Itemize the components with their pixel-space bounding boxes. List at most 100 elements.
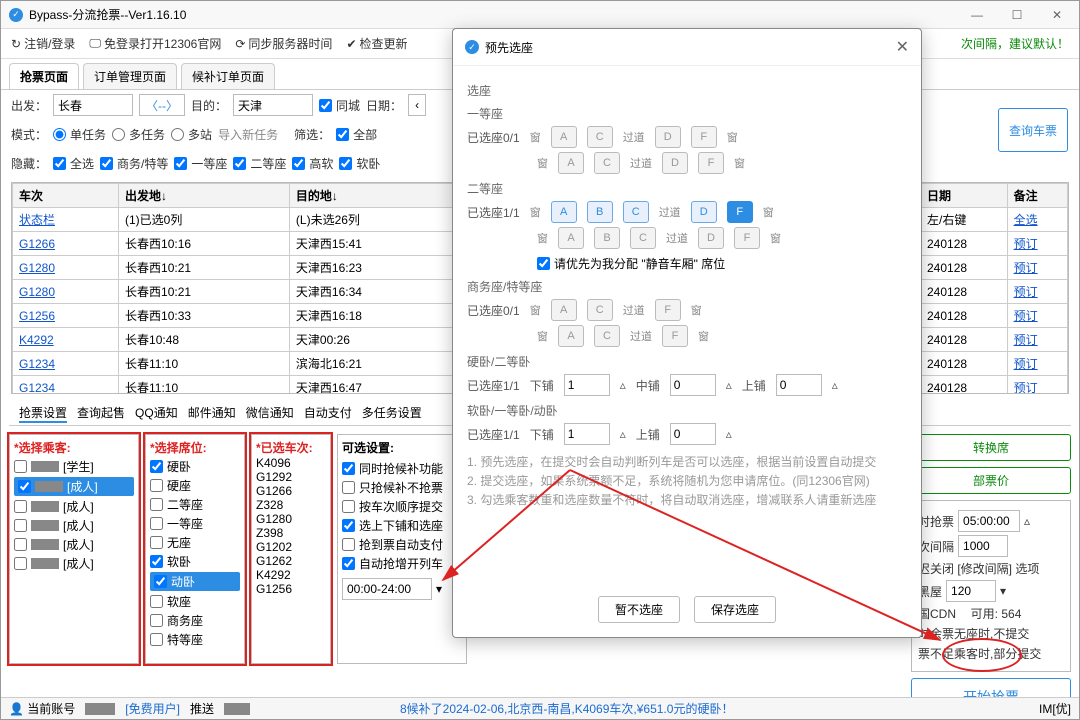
train-item[interactable]: G1256 bbox=[256, 582, 326, 596]
modal-close-icon[interactable]: ✕ bbox=[896, 37, 909, 57]
stab-qq[interactable]: QQ通知 bbox=[135, 404, 178, 423]
train-item[interactable]: Z328 bbox=[256, 498, 326, 512]
passenger-item[interactable]: [成人] bbox=[14, 555, 134, 572]
stab-mail[interactable]: 邮件通知 bbox=[188, 404, 236, 423]
all-price-link[interactable]: 部票价 bbox=[911, 467, 1071, 494]
seat-item[interactable]: 硬座 bbox=[150, 477, 240, 494]
train-item[interactable]: G1280 bbox=[256, 512, 326, 526]
table-row[interactable]: 240128预订 bbox=[921, 352, 1068, 376]
stab-multitask[interactable]: 多任务设置 bbox=[362, 404, 422, 423]
stab-autopay[interactable]: 自动支付 bbox=[304, 404, 352, 423]
hard-lower-input[interactable] bbox=[564, 374, 610, 396]
swap-seat-link[interactable]: 转换席 bbox=[911, 434, 1071, 461]
seat-item[interactable]: 动卧 bbox=[150, 572, 240, 591]
option-item[interactable]: 选上下铺和选座 bbox=[342, 517, 462, 534]
open-12306-link[interactable]: 🖵 免登录打开12306官网 bbox=[89, 35, 221, 52]
skip-seat-button[interactable]: 暂不选座 bbox=[598, 596, 680, 623]
dest-input[interactable] bbox=[233, 94, 313, 116]
hard-mid-input[interactable] bbox=[670, 374, 716, 396]
import-task-link[interactable]: 导入新任务 bbox=[218, 126, 278, 143]
save-seat-button[interactable]: 保存选座 bbox=[694, 596, 776, 623]
table-row[interactable]: 240128预订 bbox=[921, 376, 1068, 395]
passenger-item[interactable]: [成人] bbox=[14, 536, 134, 553]
hard-upper-input[interactable] bbox=[776, 374, 822, 396]
tab-waitlist[interactable]: 候补订单页面 bbox=[181, 63, 275, 89]
depart-input[interactable] bbox=[53, 94, 133, 116]
train-table-right[interactable]: 日期备注左/右键全选240128预订240128预订240128预订240128… bbox=[919, 182, 1069, 394]
seat-1c[interactable]: C bbox=[587, 126, 613, 148]
passenger-item[interactable]: [成人] bbox=[14, 517, 134, 534]
table-row[interactable]: 240128预订 bbox=[921, 256, 1068, 280]
seat-item[interactable]: 一等座 bbox=[150, 515, 240, 532]
seat-2f[interactable]: F bbox=[727, 201, 753, 223]
option-item[interactable]: 只抢候补不抢票 bbox=[342, 479, 462, 496]
date-prev[interactable]: ‹ bbox=[408, 94, 426, 116]
timed-input[interactable] bbox=[958, 510, 1020, 532]
train-item[interactable]: K4292 bbox=[256, 568, 326, 582]
seat-2a[interactable]: A bbox=[551, 201, 577, 223]
hide-all[interactable]: 全选 bbox=[53, 155, 94, 172]
sync-time-link[interactable]: ⟳ 同步服务器时间 bbox=[235, 35, 332, 52]
time-dropdown-icon[interactable]: ▾ bbox=[436, 582, 442, 596]
train-item[interactable]: K4096 bbox=[256, 456, 326, 470]
time-stepper-icon[interactable]: ▵ bbox=[1024, 514, 1030, 528]
maximize-button[interactable]: ☐ bbox=[1003, 8, 1031, 22]
seat-1f[interactable]: F bbox=[691, 126, 717, 148]
seat-item[interactable]: 硬卧 bbox=[150, 458, 240, 475]
logout-link[interactable]: ↻ 注销/登录 bbox=[11, 35, 75, 52]
option-item[interactable]: 按车次顺序提交 bbox=[342, 498, 462, 515]
seat-item[interactable]: 特等座 bbox=[150, 631, 240, 648]
train-item[interactable]: G1266 bbox=[256, 484, 326, 498]
seat-item[interactable]: 二等座 bbox=[150, 496, 240, 513]
table-row[interactable]: 240128预订 bbox=[921, 232, 1068, 256]
hide-second[interactable]: 二等座 bbox=[233, 155, 286, 172]
mode-single[interactable]: 单任务 bbox=[53, 126, 106, 143]
time-range-input[interactable] bbox=[342, 578, 432, 600]
stab-grab[interactable]: 抢票设置 bbox=[19, 404, 67, 423]
query-button[interactable]: 查询车票 bbox=[998, 108, 1068, 152]
hide-softadv[interactable]: 高软 bbox=[292, 155, 333, 172]
seat-2c[interactable]: C bbox=[623, 201, 649, 223]
stab-wechat[interactable]: 微信通知 bbox=[246, 404, 294, 423]
filter-all[interactable]: 全部 bbox=[336, 126, 377, 143]
seat-item[interactable]: 软座 bbox=[150, 593, 240, 610]
train-item[interactable]: G1292 bbox=[256, 470, 326, 484]
tab-grab[interactable]: 抢票页面 bbox=[9, 63, 79, 89]
close-button[interactable]: ✕ bbox=[1043, 8, 1071, 22]
interval-input[interactable] bbox=[958, 535, 1008, 557]
passenger-item[interactable]: [学生] bbox=[14, 458, 134, 475]
seat-1d[interactable]: D bbox=[655, 126, 681, 148]
hide-softsleep[interactable]: 软卧 bbox=[339, 155, 380, 172]
seat-1a[interactable]: A bbox=[551, 126, 577, 148]
mode-multistation[interactable]: 多站 bbox=[171, 126, 212, 143]
seat-2b[interactable]: B bbox=[587, 201, 613, 223]
hide-business[interactable]: 商务/特等 bbox=[100, 155, 168, 172]
passenger-item[interactable]: [成人] bbox=[14, 477, 134, 496]
blackroom-input[interactable] bbox=[946, 580, 996, 602]
train-item[interactable]: G1202 bbox=[256, 540, 326, 554]
start-grab-button[interactable]: 开始抢票 bbox=[911, 678, 1071, 697]
mode-multi[interactable]: 多任务 bbox=[112, 126, 165, 143]
train-item[interactable]: Z398 bbox=[256, 526, 326, 540]
quiet-carriage-check[interactable]: 请优先为我分配 "静音车厢" 席位 bbox=[537, 255, 907, 272]
check-update-link[interactable]: ✔ 检查更新 bbox=[346, 35, 407, 52]
soft-upper-input[interactable] bbox=[670, 423, 716, 445]
minimize-button[interactable]: — bbox=[963, 8, 991, 22]
passenger-item[interactable]: [成人] bbox=[14, 498, 134, 515]
seat-item[interactable]: 无座 bbox=[150, 534, 240, 551]
soft-lower-input[interactable] bbox=[564, 423, 610, 445]
train-item[interactable]: G1262 bbox=[256, 554, 326, 568]
same-city-check[interactable]: 同城 bbox=[319, 97, 360, 114]
table-row[interactable]: 240128预订 bbox=[921, 280, 1068, 304]
tab-orders[interactable]: 订单管理页面 bbox=[83, 63, 177, 89]
table-row[interactable]: 240128预订 bbox=[921, 328, 1068, 352]
seat-item[interactable]: 软卧 bbox=[150, 553, 240, 570]
hide-first[interactable]: 一等座 bbox=[174, 155, 227, 172]
seat-item[interactable]: 商务座 bbox=[150, 612, 240, 629]
option-item[interactable]: 抢到票自动支付 bbox=[342, 536, 462, 553]
stab-presale[interactable]: 查询起售 bbox=[77, 404, 125, 423]
option-item[interactable]: 自动抢增开列车 bbox=[342, 555, 462, 572]
table-row[interactable]: 240128预订 bbox=[921, 304, 1068, 328]
option-item[interactable]: 同时抢候补功能 bbox=[342, 460, 462, 477]
swap-button[interactable]: 〈--〉 bbox=[139, 94, 185, 116]
